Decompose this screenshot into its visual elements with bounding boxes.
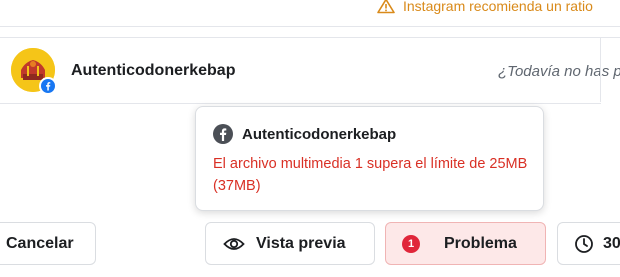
tooltip-account-name: Autenticodonerkebap (242, 125, 397, 143)
facebook-icon (41, 79, 55, 93)
account-status-text: ¿Todavía no has p (498, 63, 620, 80)
ratio-warning: Instagram recomienda un ratio (377, 0, 593, 16)
clock-icon (575, 234, 593, 253)
eye-icon (223, 237, 245, 250)
account-row: Autenticodonerkebap ¿Todavía no has p (0, 38, 620, 103)
problem-count-badge: 1 (402, 234, 420, 253)
facebook-icon (213, 124, 233, 144)
cancel-button[interactable]: Cancelar (0, 222, 96, 265)
preview-button[interactable]: Vista previa (205, 222, 375, 265)
facebook-badge (39, 77, 57, 95)
schedule-label: 30 (603, 234, 620, 252)
tooltip-error-message: El archivo multimedia 1 supera el límite… (213, 156, 528, 194)
error-tooltip: Autenticodonerkebap El archivo multimedi… (195, 106, 544, 211)
schedule-button[interactable]: 30 (557, 222, 620, 265)
divider (600, 38, 601, 102)
preview-label: Vista previa (256, 234, 346, 252)
account-name: Autenticodonerkebap (71, 62, 236, 79)
cancel-label: Cancelar (6, 234, 74, 252)
top-notice-bar: Instagram recomienda un ratio (0, 0, 620, 27)
warning-text: Instagram recomienda un ratio (403, 0, 593, 14)
divider (0, 103, 601, 104)
problem-button[interactable]: 1 Problema (385, 222, 546, 265)
tooltip-header: Autenticodonerkebap (213, 124, 396, 144)
warning-triangle-icon (377, 0, 395, 14)
problem-label: Problema (444, 234, 517, 252)
